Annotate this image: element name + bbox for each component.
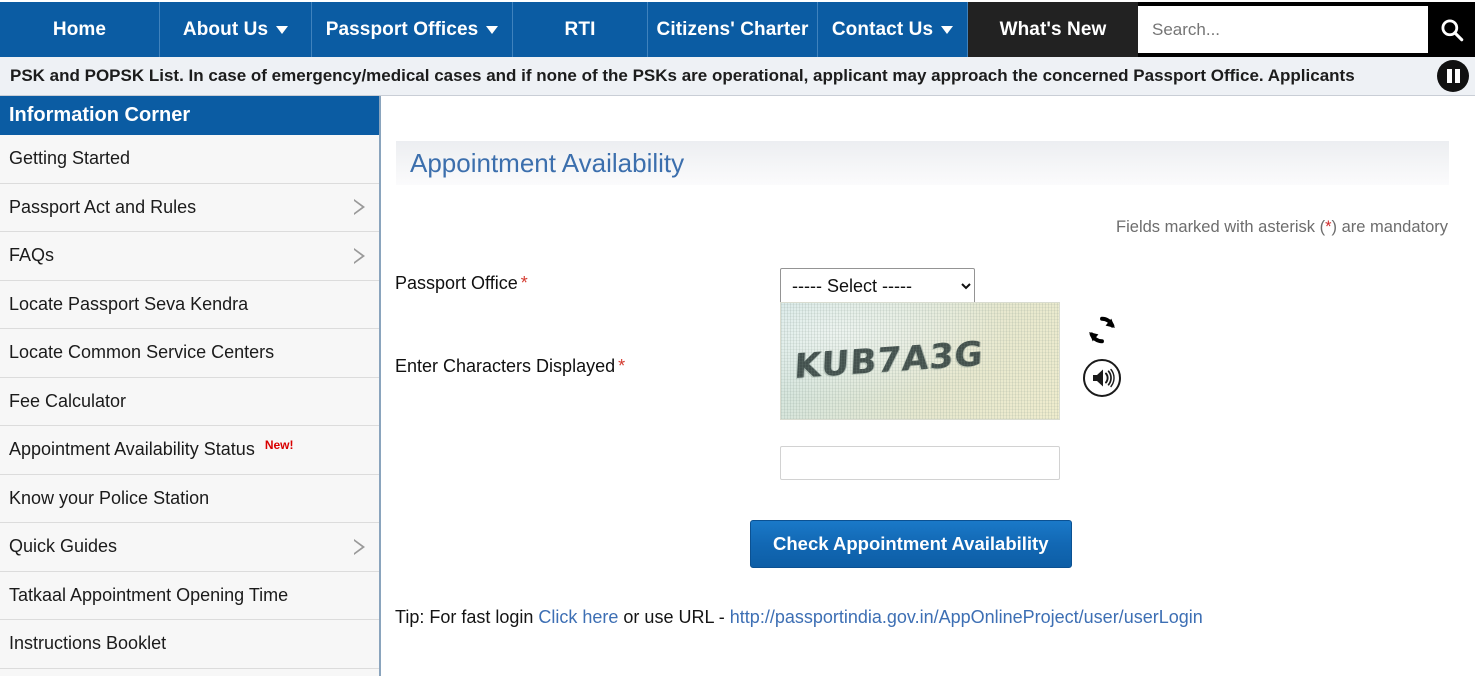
sidebar-item-label: FAQs	[9, 245, 55, 266]
captcha-tools	[1082, 302, 1122, 398]
nav-label-whats-new: What's New	[999, 18, 1107, 40]
required-asterisk: *	[618, 356, 626, 376]
captcha-block: KUB7A3G	[780, 302, 1122, 420]
captcha-input-wrap	[780, 446, 1475, 480]
nav-label-home: Home	[52, 18, 107, 40]
chevron-down-icon	[276, 25, 289, 34]
nav-label-contact-us: Contact Us	[831, 18, 934, 40]
sidebar-item-locate-passport-seva-kendra[interactable]: Locate Passport Seva Kendra	[0, 280, 379, 329]
pause-icon-bar-right	[1454, 69, 1460, 83]
sidebar-item-label: Locate Passport Seva Kendra	[9, 293, 249, 314]
sidebar-item-label: Instructions Booklet	[9, 633, 167, 654]
captcha-text: KUB7A3G	[793, 334, 985, 388]
captcha-row: Enter Characters Displayed * KUB7A3G	[381, 302, 1475, 420]
page-body: Information Corner Getting Started Passp…	[0, 96, 1475, 676]
pause-icon-bar-left	[1446, 69, 1452, 83]
refresh-icon	[1089, 316, 1115, 344]
nav-item-home[interactable]: Home	[0, 2, 160, 57]
nav-item-whats-new[interactable]: What's New	[968, 2, 1138, 57]
sidebar-item-label: Appointment Availability Status	[9, 439, 255, 460]
mandatory-fields-note: Fields marked with asterisk (*) are mand…	[381, 218, 1448, 237]
captcha-audio-button[interactable]	[1082, 358, 1122, 398]
click-here-link[interactable]: Click here	[538, 607, 618, 627]
search-input[interactable]	[1138, 6, 1428, 53]
nav-label-citizens-charter: Citizens' Charter	[656, 18, 809, 40]
ticker-pause-button[interactable]	[1437, 60, 1469, 92]
captcha-input[interactable]	[780, 446, 1060, 480]
passport-office-row: Passport Office * ----- Select -----	[381, 268, 1475, 304]
sidebar-item-label: Fee Calculator	[9, 390, 127, 411]
mandatory-note-suffix: ) are mandatory	[1331, 218, 1448, 236]
nav-item-citizens-charter[interactable]: Citizens' Charter	[648, 2, 818, 57]
sidebar-item-fee-calculator[interactable]: Fee Calculator	[0, 377, 379, 426]
sidebar-item-label: Passport Act and Rules	[9, 196, 197, 217]
passport-office-label: Passport Office	[395, 273, 518, 293]
nav-label-about-us: About Us	[182, 18, 269, 40]
search-area	[1138, 2, 1475, 57]
speaker-icon	[1083, 359, 1121, 397]
sidebar-item-label: Tatkaal Appointment Opening Time	[9, 584, 289, 605]
ticker-text: PSK and POPSK List. In case of emergency…	[10, 66, 1355, 85]
main-navigation-bar: Home About Us Passport Offices RTI Citiz…	[0, 0, 1475, 57]
sidebar-item-label: Know your Police Station	[9, 487, 210, 508]
nav-label-rti: RTI	[564, 18, 596, 40]
page-title: Appointment Availability	[396, 141, 1449, 185]
check-appointment-availability-button[interactable]: Check Appointment Availability	[750, 520, 1072, 568]
sidebar-item-know-your-police-station[interactable]: Know your Police Station	[0, 474, 379, 523]
new-badge: New!	[264, 437, 294, 452]
nav-label-passport-offices: Passport Offices	[325, 18, 479, 40]
sidebar-item-passport-act-and-rules[interactable]: Passport Act and Rules	[0, 183, 379, 232]
sidebar-item-faqs[interactable]: FAQs	[0, 232, 379, 281]
sidebar-item-label: Locate Common Service Centers	[9, 342, 275, 363]
sidebar-item-tatkaal-appointment-opening-time[interactable]: Tatkaal Appointment Opening Time	[0, 571, 379, 620]
tip-text: Tip: For fast login Click here or use UR…	[381, 607, 1475, 628]
sidebar-item-label: Getting Started	[9, 148, 131, 169]
chevron-right-icon	[354, 247, 365, 264]
captcha-refresh-button[interactable]	[1084, 312, 1120, 348]
tip-middle: or use URL -	[618, 607, 730, 627]
mandatory-note-prefix: Fields marked with asterisk (	[1116, 218, 1326, 236]
required-asterisk: *	[520, 273, 528, 293]
news-ticker: PSK and POPSK List. In case of emergency…	[0, 57, 1475, 96]
nav-item-contact-us[interactable]: Contact Us	[818, 2, 968, 57]
captcha-label: Enter Characters Displayed	[395, 356, 616, 376]
chevron-down-icon	[941, 25, 954, 34]
sidebar-item-instructions-booklet[interactable]: Instructions Booklet	[0, 620, 379, 669]
submit-wrap: Check Appointment Availability	[750, 520, 1475, 568]
sidebar-item-getting-started[interactable]: Getting Started	[0, 135, 379, 184]
chevron-down-icon	[486, 25, 499, 34]
sidebar-item-label: Quick Guides	[9, 536, 118, 557]
chevron-right-icon	[354, 538, 365, 555]
tip-prefix: Tip: For fast login	[395, 607, 539, 627]
search-button[interactable]	[1428, 6, 1475, 53]
main-content: Appointment Availability Fields marked w…	[381, 96, 1475, 676]
nav-item-passport-offices[interactable]: Passport Offices	[312, 2, 513, 57]
sidebar-item-quick-guides[interactable]: Quick Guides	[0, 523, 379, 572]
nav-item-about-us[interactable]: About Us	[160, 2, 312, 57]
passport-office-label-wrap: Passport Office *	[395, 268, 780, 294]
chevron-right-icon	[354, 199, 365, 216]
search-icon	[1440, 18, 1463, 41]
sidebar-information-corner: Information Corner Getting Started Passp…	[0, 96, 381, 676]
passport-office-select[interactable]: ----- Select -----	[780, 268, 975, 304]
captcha-label-wrap: Enter Characters Displayed *	[395, 302, 780, 377]
sidebar-header: Information Corner	[0, 96, 379, 135]
captcha-image: KUB7A3G	[780, 302, 1060, 420]
sidebar-item-locate-common-service-centers[interactable]: Locate Common Service Centers	[0, 329, 379, 378]
login-url-link[interactable]: http://passportindia.gov.in/AppOnlinePro…	[730, 607, 1203, 627]
sidebar-item-appointment-availability-status[interactable]: Appointment Availability Status New!	[0, 426, 379, 475]
nav-item-rti[interactable]: RTI	[513, 2, 648, 57]
